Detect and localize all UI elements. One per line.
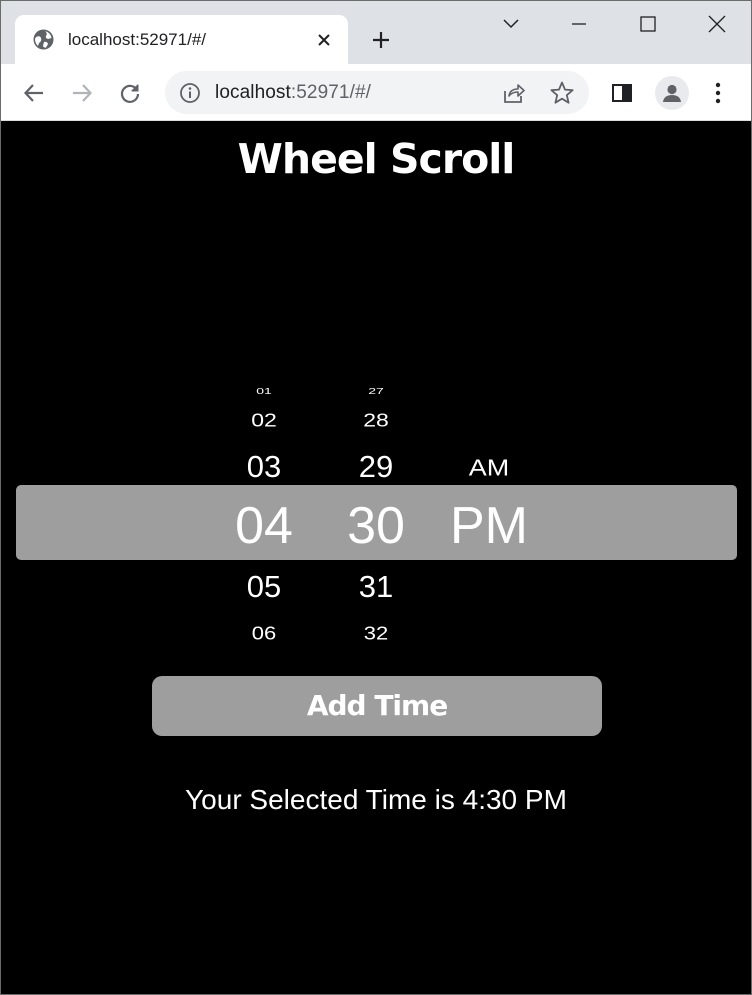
tab-strip: localhost:52971/#/ xyxy=(1,1,751,64)
browser-tab[interactable]: localhost:52971/#/ xyxy=(15,15,348,64)
plus-icon[interactable] xyxy=(367,26,395,54)
selected-period[interactable]: PM xyxy=(439,495,539,557)
close-icon[interactable] xyxy=(313,29,335,51)
minute-option[interactable]: 29 xyxy=(326,449,426,485)
minute-option[interactable]: 27 xyxy=(326,386,426,396)
url-host: localhost xyxy=(215,82,291,103)
reload-icon[interactable] xyxy=(113,76,147,110)
url-text[interactable]: localhost:52971/#/ xyxy=(215,82,371,104)
browser-toolbar: localhost:52971/#/ xyxy=(1,64,751,121)
selected-hour[interactable]: 04 xyxy=(214,495,314,557)
maximize-icon[interactable] xyxy=(625,9,671,39)
kebab-menu-icon[interactable] xyxy=(701,76,735,110)
tab-title: localhost:52971/#/ xyxy=(68,30,206,49)
minute-option[interactable]: 28 xyxy=(326,410,426,432)
hour-option[interactable]: 06 xyxy=(214,623,314,644)
arrow-left-icon[interactable] xyxy=(17,76,51,110)
selected-minute[interactable]: 30 xyxy=(326,495,426,557)
address-bar[interactable]: localhost:52971/#/ xyxy=(165,71,589,114)
page-title: Wheel Scroll xyxy=(237,135,516,183)
page-content: Wheel Scroll 01 02 03 04 05 06 27 28 29 … xyxy=(1,121,751,994)
profile-icon[interactable] xyxy=(655,76,689,110)
hour-option[interactable]: 02 xyxy=(214,410,314,432)
star-icon[interactable] xyxy=(549,80,575,106)
add-time-button[interactable]: Add Time xyxy=(152,676,602,736)
arrow-right-icon[interactable] xyxy=(65,76,99,110)
info-icon[interactable] xyxy=(179,82,201,104)
period-option[interactable]: AM xyxy=(439,455,539,481)
share-icon[interactable] xyxy=(501,81,525,105)
window-close-icon[interactable] xyxy=(694,9,740,39)
side-panel-icon[interactable] xyxy=(605,76,639,110)
chevron-down-icon[interactable] xyxy=(488,9,534,39)
globe-icon xyxy=(33,29,54,50)
minute-option[interactable]: 32 xyxy=(326,623,426,644)
url-path: :52971/#/ xyxy=(290,82,372,103)
hour-option[interactable]: 03 xyxy=(214,449,314,485)
selected-time-result: Your Selected Time is 4:30 PM xyxy=(185,784,567,815)
minimize-icon[interactable] xyxy=(556,9,602,39)
hour-option[interactable]: 05 xyxy=(214,569,314,605)
browser-window: localhost:52971/#/ localhost:52971/#/ Wh… xyxy=(0,0,752,995)
minute-option[interactable]: 31 xyxy=(326,569,426,605)
hour-option[interactable]: 01 xyxy=(214,386,314,396)
